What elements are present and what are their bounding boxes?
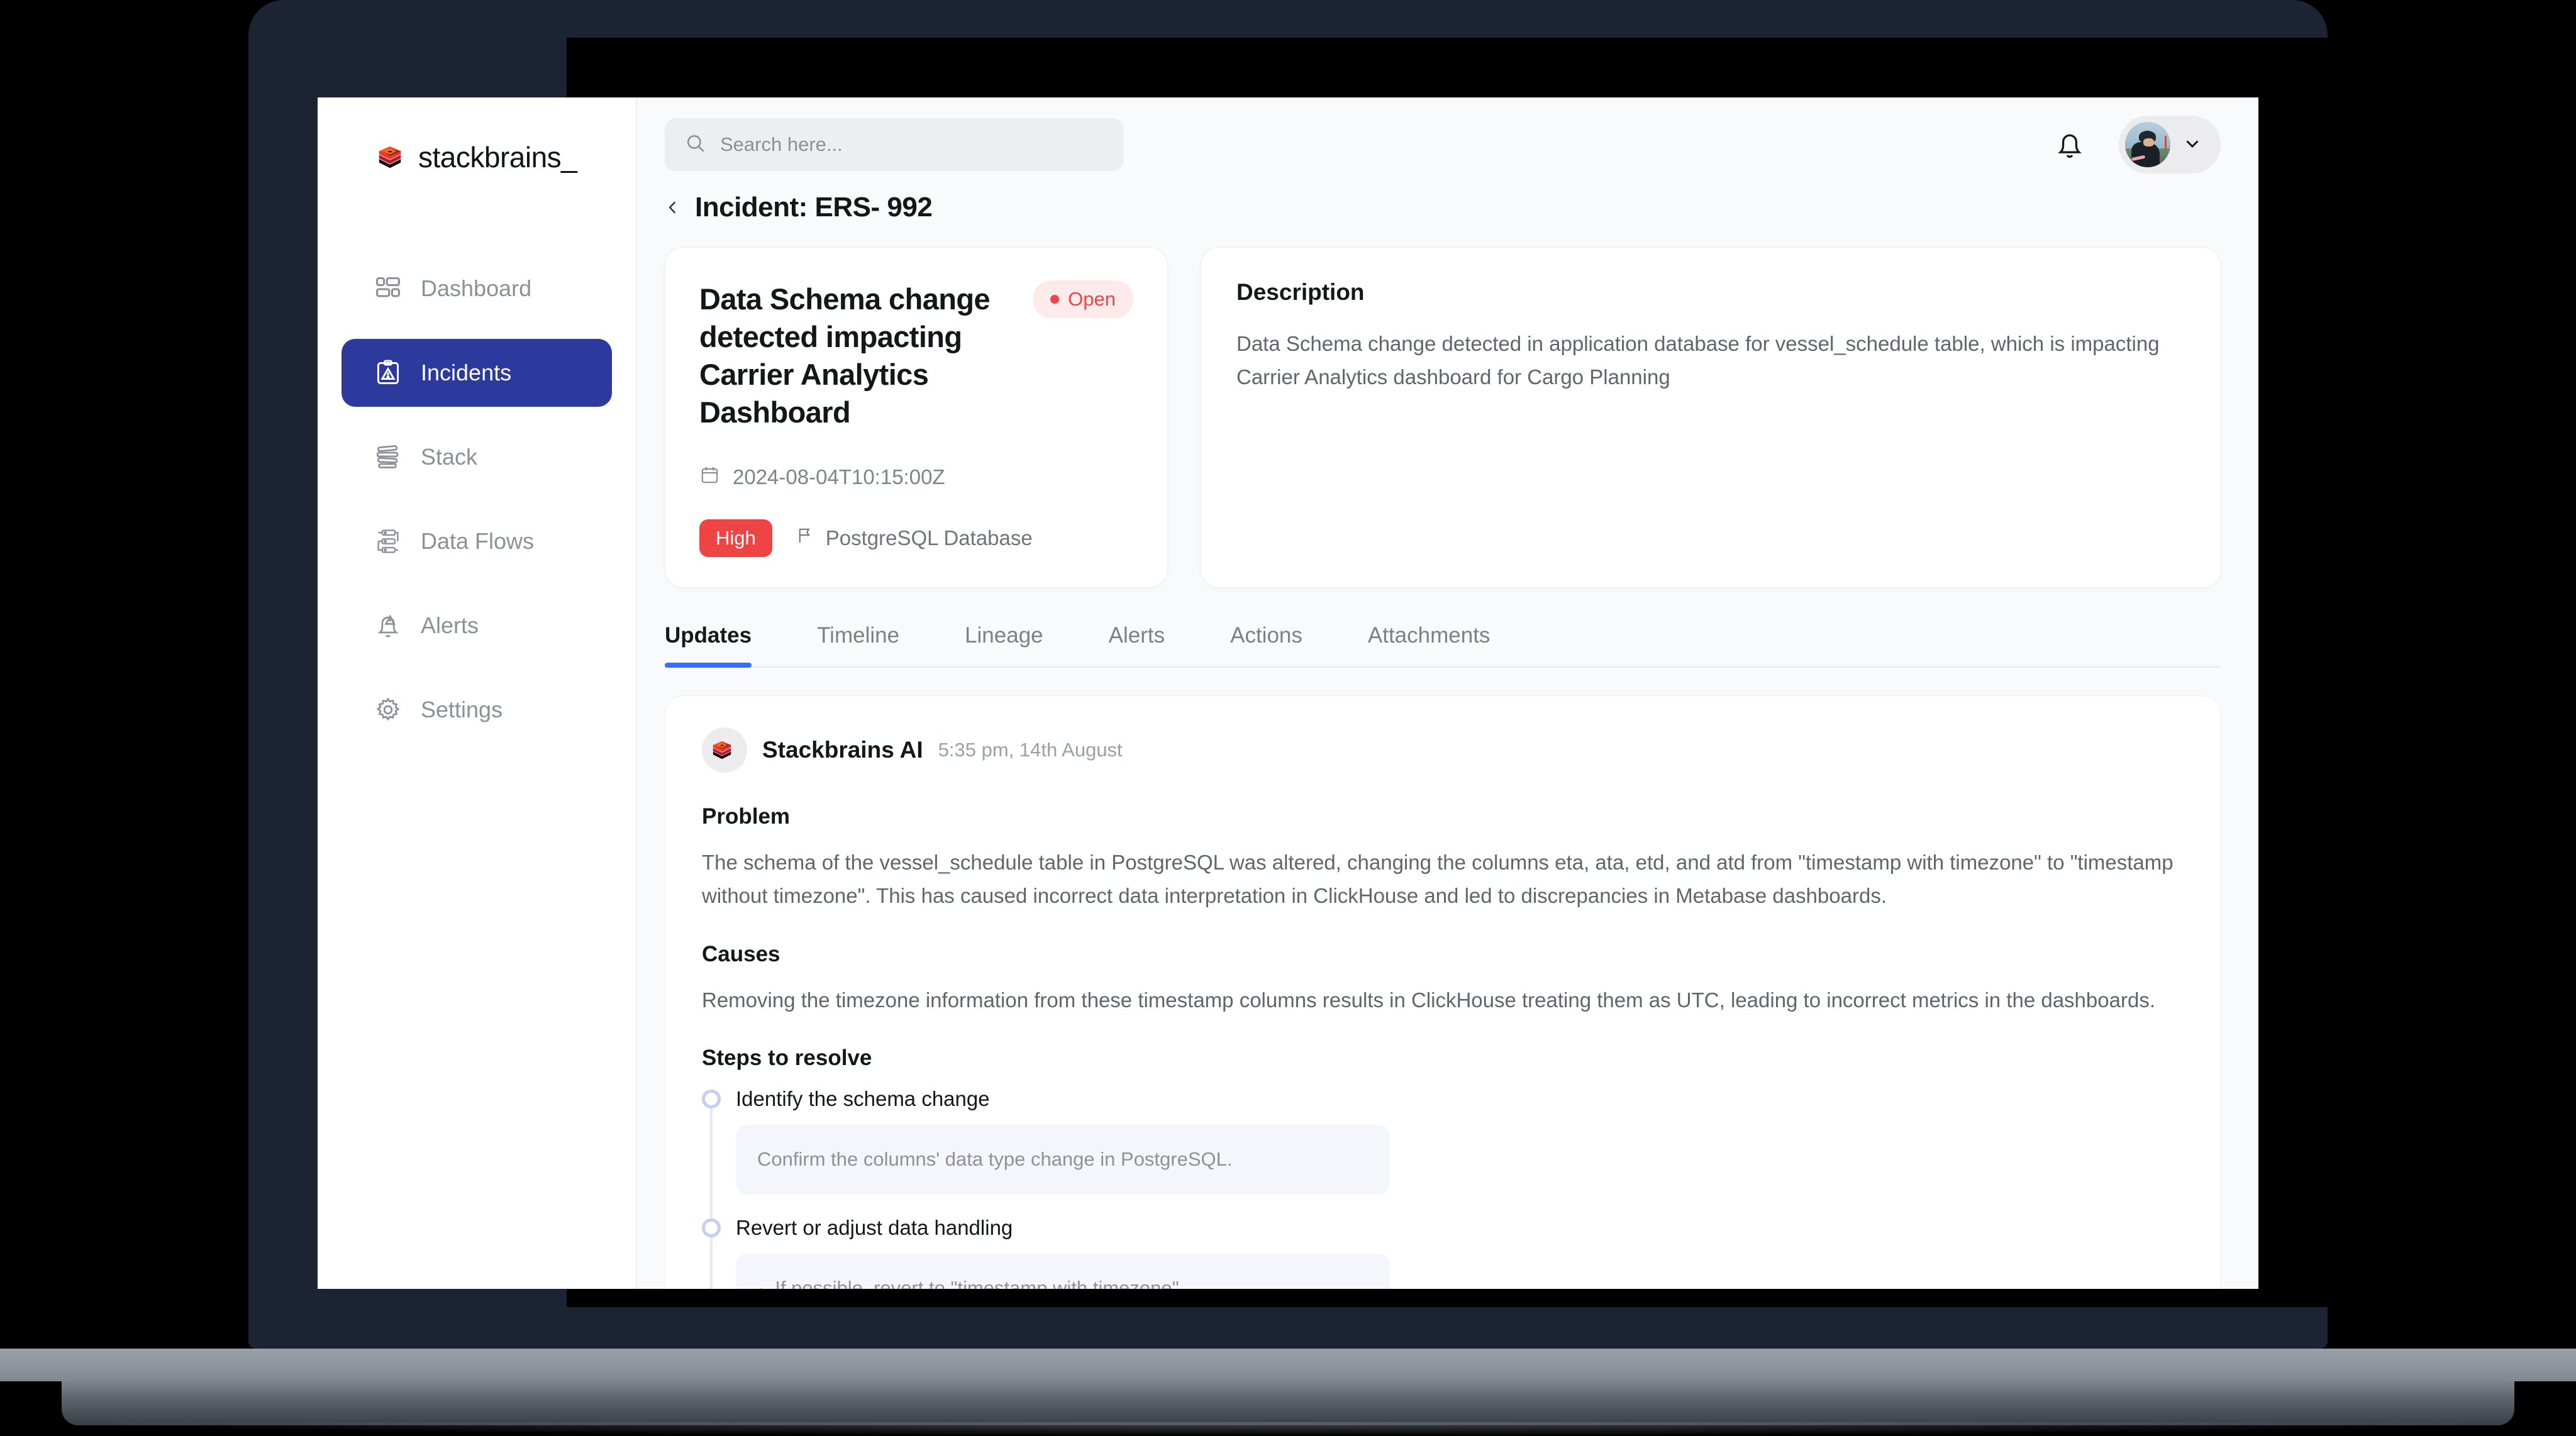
update-author-row: Stackbrains AI 5:35 pm, 14th August: [702, 727, 2184, 773]
incident-source-label: PostgreSQL Database: [825, 526, 1033, 550]
content-area: Incident: ERS- 992 Data Schema change de…: [637, 192, 2258, 1289]
brand-name: stackbrains_: [418, 141, 577, 174]
causes-heading: Causes: [702, 941, 780, 966]
description-text: Data Schema change detected in applicati…: [1236, 332, 2160, 389]
tab-label: Actions: [1230, 622, 1302, 648]
step-detail-line: Confirm the columns' data type change in…: [757, 1147, 1233, 1170]
sidebar-item-label: Data Flows: [421, 528, 535, 554]
step-detail-line: · If possible, revert to "timestamp with…: [757, 1270, 1368, 1289]
sidebar-item-label: Incidents: [421, 360, 512, 385]
sidebar: stackbrains_ Dashboard Incidents Stack D…: [318, 97, 637, 1289]
incident-title: Data Schema change detected impacting Ca…: [699, 282, 991, 429]
dashboard-icon: [374, 275, 402, 302]
brand-logo[interactable]: stackbrains_: [318, 140, 636, 174]
step-detail-box: · If possible, revert to "timestamp with…: [736, 1253, 1390, 1289]
sidebar-item-alerts[interactable]: Alerts: [341, 592, 612, 660]
sidebar-item-settings[interactable]: Settings: [341, 676, 612, 744]
sidebar-item-label: Dashboard: [421, 275, 532, 301]
tab-label: Alerts: [1108, 622, 1165, 648]
alerts-bell-icon: [374, 612, 402, 639]
stackbrains-logo-icon: [375, 143, 404, 172]
page-header: Incident: ERS- 992: [665, 192, 2221, 223]
flag-icon: [795, 526, 814, 550]
sidebar-item-data-flows[interactable]: Data Flows: [341, 507, 612, 575]
causes-text: Removing the timezone information from t…: [702, 988, 2155, 1012]
calendar-icon: [699, 465, 720, 490]
stackbrains-logo-icon: [710, 738, 739, 762]
update-author-name: Stackbrains AI: [762, 736, 923, 763]
update-author-avatar: [702, 727, 747, 773]
search-box[interactable]: [665, 118, 1124, 171]
tab-updates[interactable]: Updates: [665, 622, 784, 668]
summary-cards-row: Data Schema change detected impacting Ca…: [665, 247, 2221, 588]
profile-menu[interactable]: [2119, 116, 2221, 174]
step-detail-text: If possible, revert to "timestamp with t…: [775, 1276, 1185, 1289]
data-flows-icon: [374, 527, 402, 555]
chevron-left-icon[interactable]: [665, 199, 681, 216]
topbar-actions: [2053, 116, 2221, 174]
search-icon: [685, 133, 706, 157]
steps-heading: Steps to resolve: [702, 1045, 872, 1070]
tab-alerts[interactable]: Alerts: [1076, 623, 1197, 666]
incidents-icon: [374, 359, 402, 387]
sidebar-item-label: Stack: [421, 444, 478, 470]
step-title: Identify the schema change: [736, 1086, 990, 1110]
application-window: stackbrains_ Dashboard Incidents Stack D…: [318, 97, 2258, 1289]
step-detail-box: Confirm the columns' data type change in…: [736, 1124, 1390, 1195]
gear-icon: [374, 696, 402, 724]
sidebar-item-label: Alerts: [421, 612, 479, 638]
incident-timestamp: 2024-08-04T10:15:00Z: [733, 465, 945, 489]
sidebar-item-dashboard[interactable]: Dashboard: [341, 255, 612, 323]
tab-bar: Updates Timeline Lineage Alerts Actions …: [665, 623, 2221, 668]
sidebar-item-label: Settings: [421, 697, 503, 722]
status-label: Open: [1068, 288, 1116, 310]
stack-icon: [374, 443, 402, 471]
tab-actions[interactable]: Actions: [1197, 623, 1335, 666]
step-bullet-icon: [702, 1218, 721, 1237]
tab-label: Updates: [665, 622, 752, 648]
laptop-base-top: [0, 1349, 2576, 1381]
avatar: [2125, 122, 2170, 167]
laptop-base-bottom: [62, 1381, 2514, 1425]
problem-text: The schema of the vessel_schedule table …: [702, 850, 2174, 908]
tab-label: Attachments: [1367, 622, 1491, 648]
update-timestamp: 5:35 pm, 14th August: [938, 738, 1123, 761]
updates-panel: Stackbrains AI 5:35 pm, 14th August Prob…: [665, 695, 2221, 1289]
notification-bell-icon[interactable]: [2053, 128, 2086, 162]
incident-summary-card: Data Schema change detected impacting Ca…: [665, 247, 1168, 588]
incident-tags-row: High PostgreSQL Database: [699, 519, 1133, 557]
topbar: [637, 97, 2258, 192]
sidebar-item-stack[interactable]: Stack: [341, 423, 612, 491]
main-area: Incident: ERS- 992 Data Schema change de…: [637, 97, 2258, 1289]
page-title: Incident: ERS- 992: [695, 192, 933, 223]
bullet-dot-icon: ·: [757, 1276, 764, 1289]
description-card: Description Data Schema change detected …: [1201, 247, 2221, 588]
sidebar-nav: Dashboard Incidents Stack Data Flows Ale…: [318, 255, 636, 744]
chevron-down-icon: [2182, 133, 2203, 157]
description-heading: Description: [1236, 279, 1365, 305]
laptop-shadow: [75, 1422, 2503, 1436]
tab-lineage[interactable]: Lineage: [932, 623, 1076, 666]
problem-heading: Problem: [702, 804, 791, 829]
tab-attachments[interactable]: Attachments: [1335, 623, 1523, 666]
incident-title-row: Data Schema change detected impacting Ca…: [699, 280, 1133, 432]
tab-timeline[interactable]: Timeline: [784, 623, 932, 666]
step-title: Revert or adjust data handling: [736, 1215, 1013, 1239]
sidebar-item-incidents[interactable]: Incidents: [341, 339, 612, 407]
tab-label: Timeline: [817, 622, 900, 648]
status-dot-icon: [1050, 295, 1060, 304]
severity-badge: High: [699, 519, 772, 557]
step-item: Revert or adjust data handling · If poss…: [702, 1215, 2184, 1289]
incident-timestamp-row: 2024-08-04T10:15:00Z: [699, 465, 1133, 490]
step-bullet-icon: [702, 1089, 721, 1108]
step-item: Identify the schema change Confirm the c…: [702, 1086, 2184, 1195]
status-badge: Open: [1033, 280, 1133, 318]
incident-source: PostgreSQL Database: [795, 526, 1033, 550]
tab-label: Lineage: [965, 622, 1043, 648]
steps-timeline: Identify the schema change Confirm the c…: [702, 1087, 2184, 1289]
search-input[interactable]: [720, 133, 1104, 156]
